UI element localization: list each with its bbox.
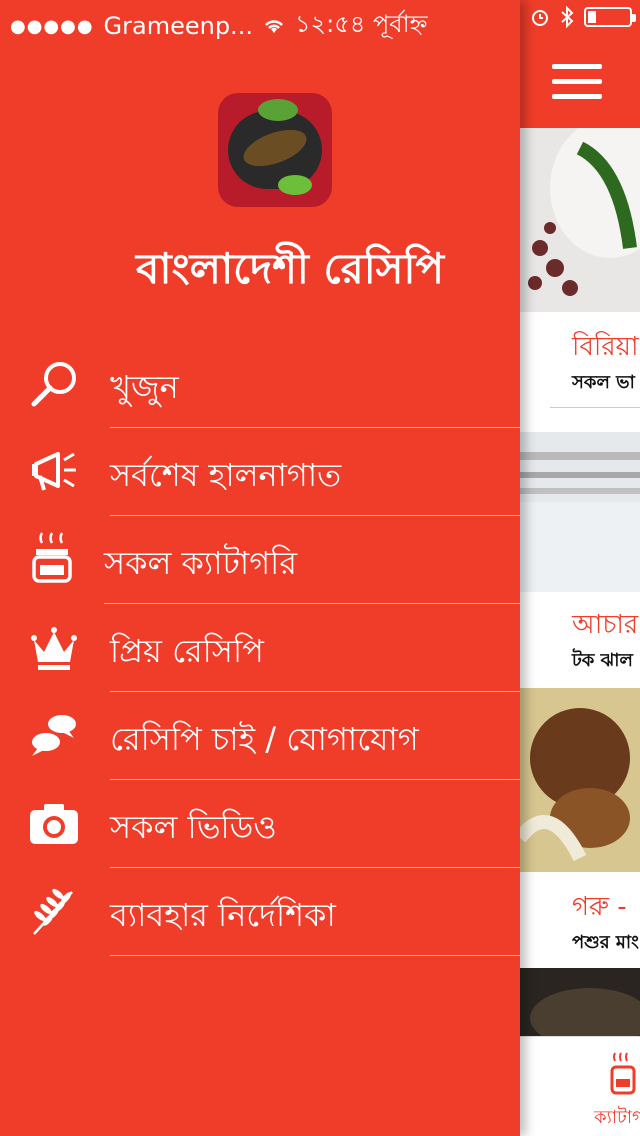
- card-subtitle: টক ঝাল: [572, 650, 633, 671]
- app-logo: [218, 93, 332, 207]
- menu-item-all-categories[interactable]: সকল ক্যাটাগরি: [0, 516, 520, 604]
- chat-bubbles-icon: [32, 715, 76, 756]
- menu-item-favourite-recipes[interactable]: প্রিয় রেসিপি: [0, 604, 520, 692]
- divider: [110, 955, 520, 956]
- card-title[interactable]: আচার: [572, 604, 638, 648]
- menu-item-label: রেসিপি চাই / যোগাযোগ: [110, 720, 419, 758]
- bottom-tab-bar: ক্যাটাগ: [520, 1036, 640, 1136]
- recipe-photo[interactable]: [520, 688, 640, 872]
- signal-dots-icon: ●●●●●: [10, 15, 94, 37]
- menu-item-label: সকল ক্যাটাগরি: [104, 544, 297, 582]
- clock: ১২:৫৪ পূর্বাহ্ন: [294, 10, 428, 38]
- app-title: বাংলাদেশী রেসিপি: [136, 244, 444, 293]
- menu-item-request-contact[interactable]: রেসিপি চাই / যোগাযোগ: [0, 692, 520, 780]
- wifi-icon: [265, 20, 283, 33]
- cooking-pot-icon: [32, 532, 72, 583]
- card-subtitle: সকল ভা: [572, 372, 635, 393]
- menu-item-label: সর্বশেষ হালনাগাত: [110, 456, 342, 494]
- menu-item-user-guide[interactable]: ব্যাবহার নির্দেশিকা: [0, 868, 520, 956]
- alarm-icon: [532, 10, 548, 26]
- divider: [550, 407, 640, 408]
- tab-categories-label[interactable]: ক্যাটাগ: [594, 1103, 640, 1134]
- search-icon: [31, 362, 76, 407]
- card-subtitle: পশুর মাং: [572, 932, 639, 953]
- camera-icon: [30, 804, 78, 844]
- menu-item-label: খুজুন: [110, 368, 179, 406]
- bluetooth-icon: [561, 6, 574, 28]
- main-content: বিরিয়া সকল ভা আচার টক ঝাল গরু - পশুর মা…: [520, 0, 640, 1136]
- menu-item-search[interactable]: খুজুন: [0, 340, 520, 428]
- carrier-name: Grameenp...: [103, 12, 253, 40]
- crown-icon: [31, 627, 77, 670]
- hamburger-menu-icon[interactable]: [552, 64, 602, 100]
- battery-icon: [584, 7, 636, 27]
- menu-item-latest-updates[interactable]: সর্বশেষ হালনাগাত: [0, 428, 520, 516]
- status-bar: ●●●●● Grameenp... ১২:৫৪ পূর্বাহ্ন: [0, 0, 640, 40]
- menu-item-all-videos[interactable]: সকল ভিডিও: [0, 780, 520, 868]
- menu-item-label: সকল ভিডিও: [110, 808, 277, 846]
- menu-item-label: ব্যাবহার নির্দেশিকা: [110, 896, 336, 934]
- megaphone-icon: [32, 452, 76, 491]
- wheat-icon: [33, 888, 73, 935]
- recipe-photo[interactable]: [520, 432, 640, 592]
- card-title[interactable]: গরু -: [572, 886, 627, 930]
- navigation-drawer: বাংলাদেশী রেসিপি খুজুন সর্বশেষ হালনাগাত: [0, 0, 520, 1136]
- card-title[interactable]: বিরিয়া: [572, 326, 639, 370]
- recipe-photo[interactable]: [520, 968, 640, 1048]
- cooking-pot-icon[interactable]: [610, 1051, 636, 1097]
- menu-item-label: প্রিয় রেসিপি: [110, 632, 264, 670]
